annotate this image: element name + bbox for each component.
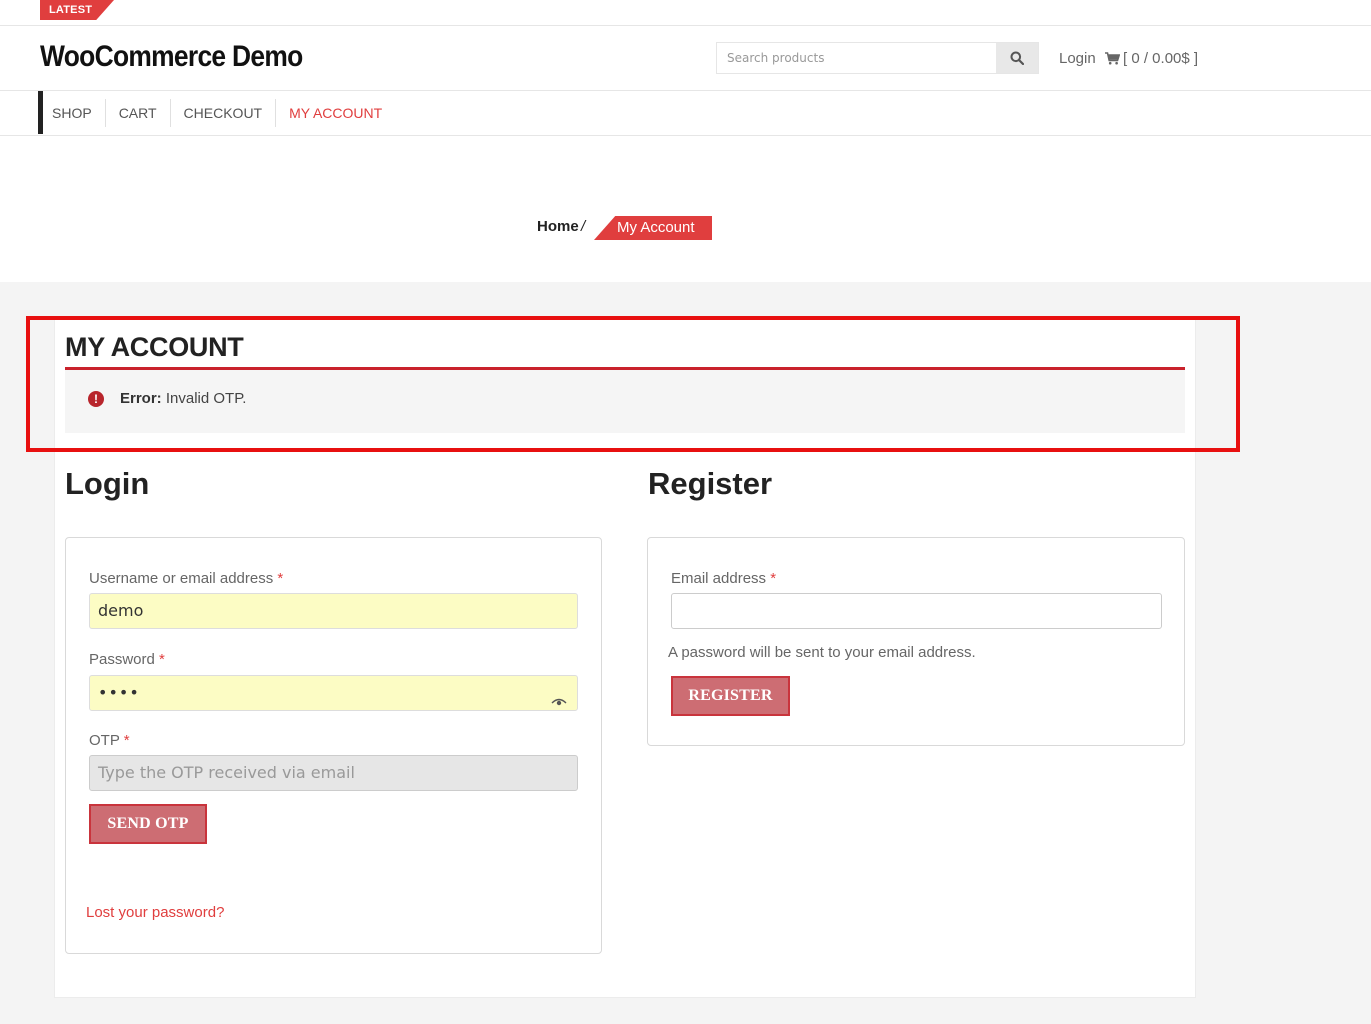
show-password-icon[interactable]	[551, 686, 567, 720]
latest-badge: LATEST	[40, 0, 114, 20]
error-icon: !	[88, 391, 104, 407]
email-label: Email address *	[671, 570, 777, 587]
password-label: Password *	[89, 651, 165, 668]
error-prefix: Error:	[120, 390, 162, 407]
breadcrumb-separator: /	[581, 218, 586, 235]
password-input[interactable]: ••••	[89, 675, 578, 711]
cart-summary: [ 0 / 0.00$ ]	[1123, 50, 1199, 67]
required-marker: *	[123, 732, 130, 749]
register-form: Email address * A password will be sent …	[647, 537, 1185, 746]
cart-link[interactable]: [ 0 / 0.00$ ]	[1105, 50, 1198, 67]
password-value: ••••	[98, 683, 140, 702]
breadcrumb-home[interactable]: Home	[537, 218, 579, 235]
header-login-link[interactable]: Login	[1059, 50, 1096, 67]
otp-input[interactable]: Type the OTP received via email	[89, 755, 578, 791]
page-title: MY ACCOUNT	[65, 332, 244, 362]
required-marker: *	[159, 651, 165, 668]
lost-password-link[interactable]: Lost your password?	[86, 904, 224, 921]
required-marker: *	[770, 570, 777, 587]
breadcrumb: Home / My Account	[0, 136, 1371, 282]
search-button[interactable]	[996, 43, 1038, 73]
email-input[interactable]	[671, 593, 1162, 629]
nav-item-cart[interactable]: CART	[106, 98, 171, 127]
search-input[interactable]	[717, 43, 997, 73]
main-nav: SHOP CART CHECKOUT MY ACCOUNT	[0, 91, 1371, 136]
error-notice: ! Error: Invalid OTP.	[65, 370, 1185, 433]
cart-icon	[1105, 52, 1120, 65]
login-form: Username or email address * demo Passwor…	[65, 537, 602, 954]
top-bar: LATEST	[0, 0, 1371, 26]
register-button[interactable]: REGISTER	[671, 676, 790, 716]
username-label: Username or email address *	[89, 570, 284, 587]
otp-label: OTP *	[89, 732, 130, 749]
register-title: Register	[648, 466, 773, 501]
required-marker: *	[277, 570, 284, 587]
error-text: Error: Invalid OTP.	[120, 390, 246, 407]
nav-item-my-account[interactable]: MY ACCOUNT	[276, 99, 395, 127]
breadcrumb-current: My Account	[594, 216, 712, 240]
error-message: Invalid OTP.	[165, 390, 247, 407]
nav-item-checkout[interactable]: CHECKOUT	[171, 98, 277, 127]
site-header: WooCommerce Demo Login [ 0 / 0.00$ ]	[0, 26, 1371, 91]
send-otp-button[interactable]: SEND OTP	[89, 804, 207, 844]
search-icon	[1010, 51, 1024, 65]
site-title[interactable]: WooCommerce Demo	[40, 40, 303, 74]
search-form	[716, 42, 1039, 74]
nav-item-shop[interactable]: SHOP	[43, 98, 106, 127]
username-input[interactable]: demo	[89, 593, 578, 629]
password-note: A password will be sent to your email ad…	[668, 644, 976, 661]
login-title: Login	[65, 466, 150, 501]
